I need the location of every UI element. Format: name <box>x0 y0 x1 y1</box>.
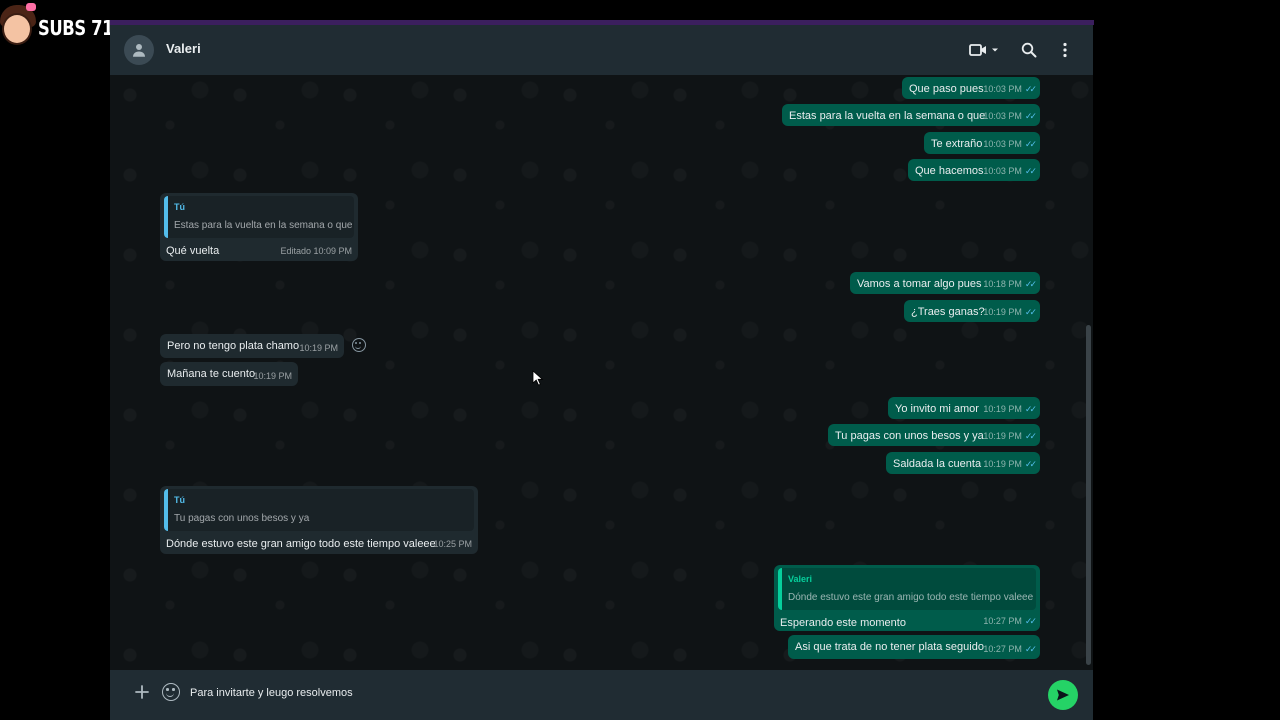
message-text: Que hacemos <box>915 165 984 177</box>
message-text: Que paso pues <box>909 83 984 95</box>
message-text: Asi que trata de no tener plata seguido <box>795 641 984 653</box>
message-time: 10:18 PM <box>983 279 1022 289</box>
mouse-cursor-icon <box>532 370 544 386</box>
video-call-icon <box>968 44 986 56</box>
message-time: 10:03 PM <box>983 139 1022 149</box>
double-check-icon: ✓✓ <box>1024 431 1037 441</box>
chat-window: Valeri Que paso pues 10:03 PM ✓✓ Estas pa… <box>110 25 1093 720</box>
quote-author: Tú <box>174 202 185 212</box>
message-time: 10:27 PM <box>983 616 1022 626</box>
quote-text: Estas para la vuelta en la semana o que <box>174 220 353 231</box>
message-time: 10:19 PM <box>983 459 1022 469</box>
person-icon <box>133 44 145 57</box>
message-text: Vamos a tomar algo pues <box>857 278 982 290</box>
quoted-message[interactable]: Tú Estas para la vuelta en la semana o q… <box>164 196 354 238</box>
double-check-icon: ✓✓ <box>1024 644 1037 654</box>
search-button[interactable] <box>1018 38 1040 62</box>
quote-text: Tu pagas con unos besos y ya <box>174 513 310 524</box>
message-incoming[interactable]: Pero no tengo plata chamo 10:19 PM <box>160 334 344 358</box>
message-outgoing[interactable]: Asi que trata de no tener plata seguido … <box>788 635 1040 659</box>
search-icon <box>1021 42 1037 58</box>
message-text: Mañana te cuento <box>167 368 256 380</box>
quote-text: Dónde estuvo este gran amigo todo este t… <box>788 592 1034 603</box>
quoted-message[interactable]: Valeri Dónde estuvo este gran amigo todo… <box>778 568 1036 610</box>
message-time: 10:03 PM <box>983 111 1022 121</box>
message-text: Saldada la cuenta <box>893 458 982 470</box>
message-text: Estas para la vuelta en la semana o que <box>789 110 986 122</box>
message-time: 10:25 PM <box>433 539 472 549</box>
contact-name[interactable]: Valeri <box>166 41 201 56</box>
message-outgoing[interactable]: Saldada la cuenta 10:19 PM ✓✓ <box>886 452 1040 474</box>
quote-author: Tú <box>174 495 185 505</box>
contact-avatar[interactable] <box>124 35 154 65</box>
message-area[interactable]: Que paso pues 10:03 PM ✓✓ Estas para la v… <box>110 75 1093 670</box>
screen: SUBS 71/75 Valeri Que paso pues 10:03 PM <box>0 0 1280 720</box>
message-outgoing[interactable]: Yo invito mi amor 10:19 PM ✓✓ <box>888 397 1040 419</box>
message-outgoing[interactable]: Te extraño 10:03 PM ✓✓ <box>924 132 1040 154</box>
message-time: 10:27 PM <box>983 644 1022 654</box>
chevron-down-icon <box>991 48 998 52</box>
quote-author: Valeri <box>788 574 813 584</box>
menu-dots-icon <box>1063 42 1067 58</box>
message-text: ¿Traes ganas? <box>911 306 985 318</box>
streamer-avatar-icon <box>0 3 36 53</box>
chat-header: Valeri <box>110 25 1093 75</box>
composer-bar: Para invitarte y leugo resolvemos <box>110 670 1093 720</box>
double-check-icon: ✓✓ <box>1024 279 1037 289</box>
message-time: 10:03 PM <box>983 84 1022 94</box>
message-time: Editado 10:09 PM <box>280 246 352 256</box>
double-check-icon: ✓✓ <box>1024 166 1037 176</box>
message-incoming-reply[interactable]: Tú Tu pagas con unos besos y ya Dónde es… <box>160 486 478 554</box>
message-text: Pero no tengo plata chamo <box>167 340 300 352</box>
video-call-button[interactable] <box>966 38 1002 62</box>
send-button[interactable] <box>1048 680 1078 710</box>
message-outgoing-reply[interactable]: Valeri Dónde estuvo este gran amigo todo… <box>774 565 1040 631</box>
plus-icon[interactable] <box>134 684 150 700</box>
chat-scrollbar[interactable] <box>1086 325 1091 665</box>
message-time: 10:19 PM <box>983 431 1022 441</box>
message-outgoing[interactable]: ¿Traes ganas? 10:19 PM ✓✓ <box>904 300 1040 322</box>
message-incoming[interactable]: Mañana te cuento 10:19 PM <box>160 362 298 386</box>
message-input[interactable]: Para invitarte y leugo resolvemos <box>190 687 353 699</box>
message-text: Te extraño <box>931 138 983 150</box>
message-outgoing[interactable]: Tu pagas con unos besos y ya 10:19 PM ✓✓ <box>828 424 1040 446</box>
double-check-icon: ✓✓ <box>1024 139 1037 149</box>
double-check-icon: ✓✓ <box>1024 459 1037 469</box>
message-time: 10:03 PM <box>983 166 1022 176</box>
emoji-react-icon[interactable] <box>352 338 366 352</box>
message-outgoing[interactable]: Estas para la vuelta en la semana o que … <box>782 104 1040 126</box>
message-text: Yo invito mi amor <box>895 403 979 415</box>
double-check-icon: ✓✓ <box>1024 84 1037 94</box>
message-outgoing[interactable]: Vamos a tomar algo pues 10:18 PM ✓✓ <box>850 272 1040 294</box>
double-check-icon: ✓✓ <box>1024 616 1037 626</box>
double-check-icon: ✓✓ <box>1024 111 1037 121</box>
double-check-icon: ✓✓ <box>1024 307 1037 317</box>
message-outgoing[interactable]: Que hacemos 10:03 PM ✓✓ <box>908 159 1040 181</box>
send-icon <box>1057 689 1069 701</box>
message-time: 10:19 PM <box>253 371 292 381</box>
message-text: Dónde estuvo este gran amigo todo este t… <box>166 538 436 550</box>
menu-button[interactable] <box>1056 38 1074 62</box>
double-check-icon: ✓✓ <box>1024 404 1037 414</box>
emoji-icon[interactable] <box>162 683 180 701</box>
quoted-message[interactable]: Tú Tu pagas con unos besos y ya <box>164 489 474 531</box>
message-time: 10:19 PM <box>983 307 1022 317</box>
message-incoming-reply[interactable]: Tú Estas para la vuelta en la semana o q… <box>160 193 358 261</box>
message-outgoing[interactable]: Que paso pues 10:03 PM ✓✓ <box>902 77 1040 99</box>
message-time: 10:19 PM <box>983 404 1022 414</box>
message-time: 10:19 PM <box>299 343 338 353</box>
message-text: Tu pagas con unos besos y ya <box>835 430 984 442</box>
